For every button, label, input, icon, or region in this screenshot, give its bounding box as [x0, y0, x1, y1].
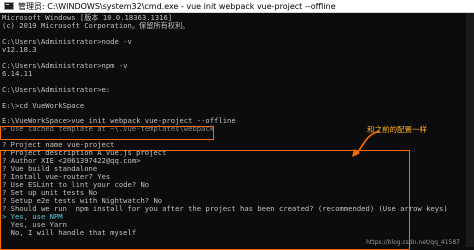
vertical-scrollbar[interactable] — [466, 13, 474, 247]
console-line: v12.18.3 — [2, 45, 37, 54]
console-output[interactable]: Microsoft Windows [版本 10.0.18363.1316] (… — [0, 13, 474, 250]
console-line: ? Should we run npm install for you afte… — [2, 204, 448, 213]
console-line: > Use cached template at ~\.vue-template… — [2, 124, 215, 133]
console-line: C:\Users\Administrator>e: — [2, 85, 111, 94]
window-title: 管理员: C:\WINDOWS\system32\cmd.exe - vue i… — [18, 2, 336, 11]
window-titlebar: 管理员: C:\WINDOWS\system32\cmd.exe - vue i… — [0, 0, 474, 13]
cmd-app-icon — [4, 2, 14, 10]
console-line: (c) 2019 Microsoft Corporation。保留所有权利。 — [2, 21, 190, 30]
manual-option[interactable]: No, I will handle that myself — [2, 229, 137, 237]
watermark: https://blog.csdn.net/qq_41587 — [366, 239, 460, 246]
console-line: 6.14.11 — [2, 69, 33, 78]
console-line: E:\>cd VueWorkSpace — [2, 101, 85, 110]
